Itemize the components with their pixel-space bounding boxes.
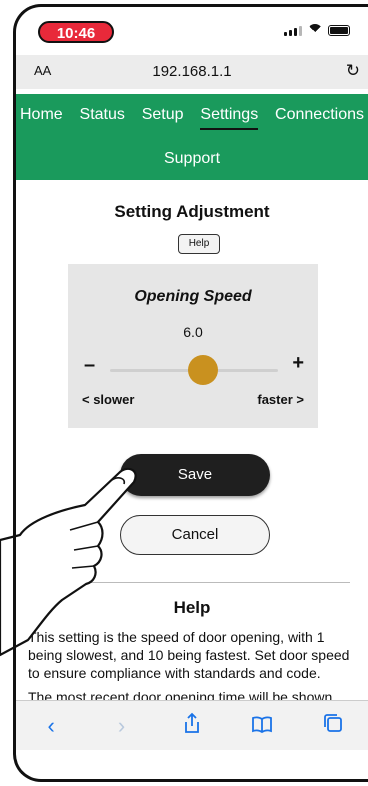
nav-status[interactable]: Status (80, 106, 125, 130)
help-paragraph-1: This setting is the speed of door openin… (28, 629, 350, 681)
reload-icon[interactable]: ↻ (346, 61, 360, 81)
help-title: Help (173, 598, 211, 617)
slower-label: < slower (82, 392, 135, 407)
nav-support[interactable]: Support (164, 150, 220, 167)
wifi-icon (307, 24, 323, 36)
help-button[interactable]: Help (178, 234, 220, 254)
status-bar: 10:46 (16, 10, 368, 50)
nav-settings[interactable]: Settings (200, 106, 259, 130)
nav-setup[interactable]: Setup (142, 106, 184, 130)
status-icons (284, 24, 350, 36)
bookmarks-icon[interactable] (242, 713, 282, 739)
main-content: Setting Adjustment Help Opening Speed 6.… (16, 180, 368, 723)
signal-icon (284, 26, 302, 36)
divider (34, 582, 350, 583)
phone-screen: 10:46 AA 192.168.1.1 ↻ Home Status Setup… (0, 0, 368, 786)
setting-value: 6.0 (183, 324, 203, 340)
browser-toolbar: ‹ › (16, 700, 368, 751)
home-indicator-area (16, 750, 368, 786)
page-title: Setting Adjustment (114, 202, 270, 221)
slider-thumb[interactable] (188, 355, 219, 385)
nav-home[interactable]: Home (20, 106, 63, 130)
site-nav: Home Status Setup Settings Connections S… (16, 94, 368, 180)
tabs-icon[interactable] (313, 713, 353, 739)
back-icon[interactable]: ‹ (31, 713, 71, 739)
status-time: 10:46 (38, 21, 114, 43)
increase-button[interactable]: + (292, 352, 304, 375)
cancel-button[interactable]: Cancel (120, 515, 270, 555)
save-button[interactable]: Save (120, 454, 270, 496)
address-bar[interactable]: AA 192.168.1.1 ↻ (16, 55, 368, 89)
battery-icon (328, 25, 350, 36)
share-icon[interactable] (172, 712, 212, 740)
faster-label: faster > (257, 392, 304, 407)
nav-connections[interactable]: Connections (275, 106, 364, 130)
url-text[interactable]: 192.168.1.1 (16, 63, 368, 80)
decrease-button[interactable]: – (84, 354, 95, 377)
forward-icon[interactable]: › (102, 713, 142, 739)
setting-title: Opening Speed (134, 288, 252, 305)
setting-panel: Opening Speed 6.0 – + < slower faster > (68, 264, 318, 428)
